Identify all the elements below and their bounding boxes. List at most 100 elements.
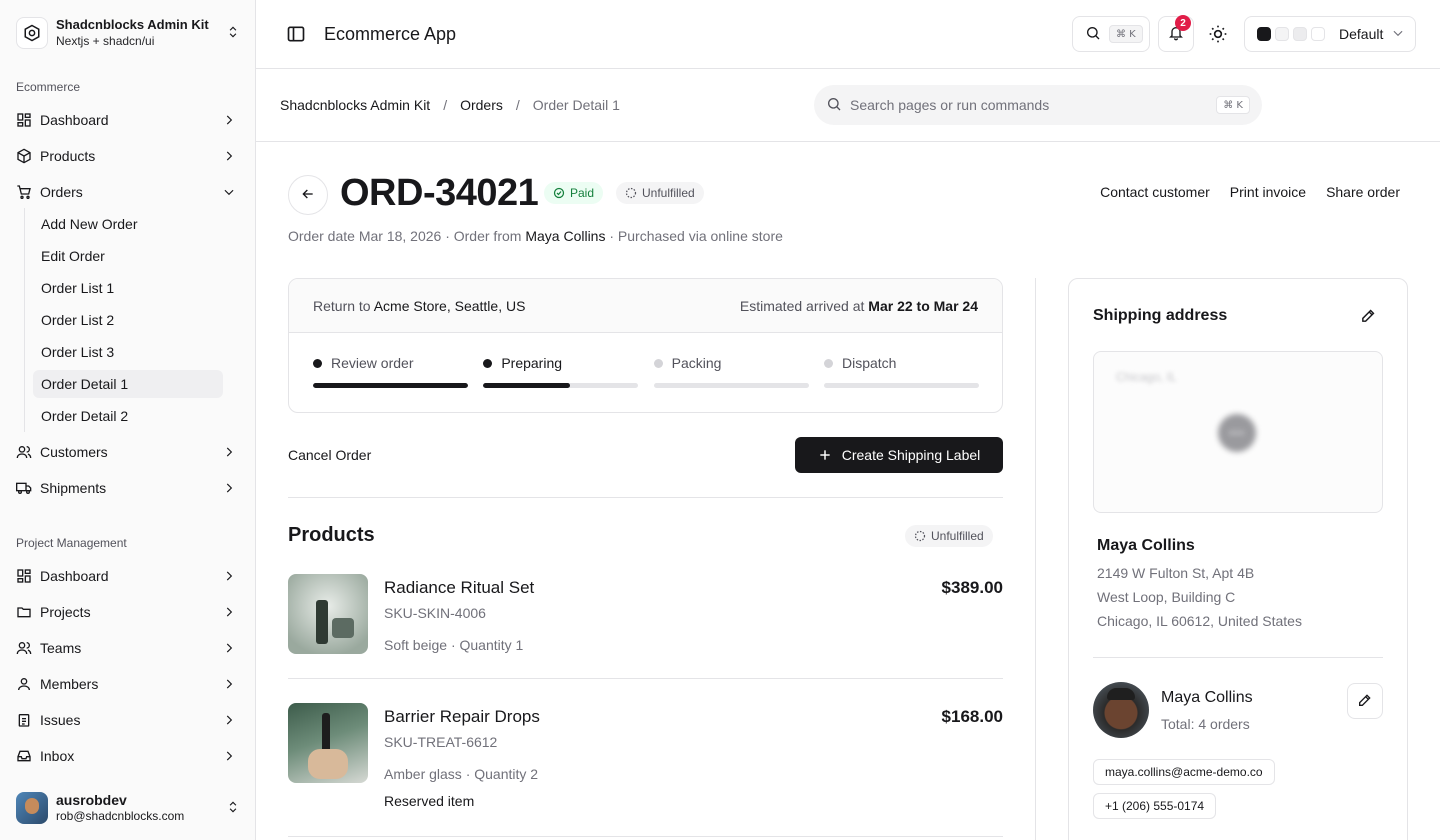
sidebar-item-label: Members [40, 676, 99, 692]
customer-phone-chip[interactable]: +1 (206) 555-0174 [1093, 793, 1217, 819]
check-circle-icon [553, 187, 565, 199]
sidebar-subitem-order-list-1[interactable]: Order List 1 [33, 274, 223, 302]
step-progress-bar [823, 383, 979, 388]
dashboard-icon [16, 112, 32, 128]
sidebar-item-pm-dashboard[interactable]: Dashboard [8, 560, 248, 592]
dashed-circle-icon [625, 187, 637, 199]
sidebar-item-dashboard[interactable]: Dashboard [8, 104, 248, 136]
share-order-button[interactable]: Share order [1326, 184, 1400, 200]
sidebar-item-products[interactable]: Products [8, 140, 248, 172]
avatar [16, 792, 48, 824]
sidebar-item-teams[interactable]: Teams [8, 632, 248, 664]
sidebar-item-shipments[interactable]: Shipments [8, 472, 248, 504]
chevron-right-icon [222, 677, 236, 691]
products-status-badge: Unfulfilled [905, 525, 993, 547]
product-row[interactable]: Radiance Ritual Set SKU-SKIN-4006 Soft b… [288, 574, 1003, 666]
brand-subtitle: Nextjs + shadcn/ui [56, 34, 155, 48]
dashboard-icon [16, 568, 32, 584]
return-location: Acme Store, Seattle, US [373, 297, 526, 314]
user-menu[interactable]: ausrobdev rob@shadcnblocks.com [16, 791, 240, 825]
sidebar-item-customers[interactable]: Customers [8, 436, 248, 468]
chevron-right-icon [222, 113, 236, 127]
divider [1093, 657, 1383, 658]
shipping-map[interactable]: Chicago, IL ••• [1093, 351, 1383, 513]
search-button[interactable]: ⌘ K [1072, 16, 1150, 52]
chevron-right-icon [222, 749, 236, 763]
sidebar-item-issues[interactable]: Issues [8, 704, 248, 736]
button-label: Create Shipping Label [841, 447, 981, 463]
product-name: Radiance Ritual Set [384, 578, 535, 597]
sidebar-item-label: Dashboard [40, 568, 109, 584]
product-row[interactable]: Barrier Repair Drops SKU-TREAT-6612 Ambe… [288, 703, 1003, 823]
breadcrumb-root[interactable]: Shadcnblocks Admin Kit [280, 97, 430, 113]
sidebar-subitem-add-new-order[interactable]: Add New Order [33, 210, 223, 238]
divider [288, 836, 1003, 837]
contact-customer-button[interactable]: Contact customer [1100, 184, 1210, 200]
step-dispatch: Dispatch [823, 355, 979, 388]
sidebar-subitem-order-detail-2[interactable]: Order Detail 2 [33, 402, 223, 430]
sidebar-item-inbox[interactable]: Inbox [8, 740, 248, 772]
recipient-name: Maya Collins [1097, 537, 1195, 554]
sidebar-item-label: Inbox [40, 748, 75, 764]
product-price: $168.00 [941, 707, 1003, 726]
command-search[interactable]: ⌘ K [814, 85, 1262, 125]
sidebar-item-label: Customers [40, 444, 108, 460]
truck-icon [16, 480, 32, 496]
status-badge-unfulfilled: Unfulfilled [616, 182, 704, 204]
step-packing: Packing [653, 355, 809, 388]
product-image [288, 574, 368, 654]
page-title: ORD-34021 [340, 172, 539, 214]
chevrons-up-down-icon [226, 800, 240, 817]
swatch-dark [1257, 27, 1271, 41]
create-shipping-label-button[interactable]: Create Shipping Label [795, 437, 1003, 473]
sidebar-subitem-edit-order[interactable]: Edit Order [33, 242, 223, 270]
chevron-right-icon [222, 481, 236, 495]
command-search-input[interactable] [850, 97, 1210, 113]
search-icon [1085, 25, 1101, 44]
sun-icon[interactable] [1208, 24, 1228, 44]
sidebar-toggle-icon[interactable] [286, 24, 306, 44]
notifications-button[interactable]: 2 [1158, 15, 1194, 52]
sidebar-subitem-order-list-2[interactable]: Order List 2 [33, 306, 223, 334]
divider [288, 497, 1003, 498]
sidebar-item-label: Dashboard [40, 112, 109, 128]
sidebar-item-members[interactable]: Members [8, 668, 248, 700]
breadcrumb: Shadcnblocks Admin Kit / Orders / Order … [280, 97, 620, 113]
back-button[interactable] [288, 175, 328, 215]
sidebar-item-label: Products [40, 148, 96, 164]
sidebar-item-label: Shipments [40, 480, 107, 496]
customer-email-chip[interactable]: maya.collins@acme-demo.co [1093, 759, 1275, 785]
pencil-icon[interactable] [1360, 307, 1377, 327]
step-dot [653, 358, 663, 368]
print-invoice-button[interactable]: Print invoice [1230, 184, 1306, 200]
product-name: Barrier Repair Drops [384, 707, 540, 726]
submenu-line [24, 208, 25, 432]
cancel-order-button[interactable]: Cancel Order [288, 447, 371, 463]
step-preparing: Preparing [483, 355, 639, 388]
step-label: Review order [331, 355, 414, 371]
status-badge-label: Paid [570, 186, 595, 200]
plus-icon [818, 448, 832, 462]
brand-switcher[interactable]: Shadcnblocks Admin Kit Nextjs + shadcn/u… [16, 16, 240, 50]
chevron-right-icon [222, 445, 236, 459]
theme-select[interactable]: Default [1244, 16, 1416, 52]
sidebar-subitem-order-list-3[interactable]: Order List 3 [33, 338, 223, 366]
breadcrumb-orders[interactable]: Orders [460, 97, 503, 113]
step-label: Preparing [501, 355, 563, 371]
sidebar-item-projects[interactable]: Projects [8, 596, 248, 628]
step-label: Packing [671, 355, 722, 371]
user-email: rob@shadcnblocks.com [56, 809, 185, 823]
product-variant: Amber glass · Quantity 2 [384, 766, 539, 782]
sidebar-subitem-order-detail-1[interactable]: Order Detail 1 [33, 370, 223, 398]
inbox-icon [16, 748, 32, 764]
order-customer-link[interactable]: Maya Collins [525, 228, 605, 244]
edit-customer-button[interactable] [1347, 683, 1383, 719]
step-progress-bar [313, 383, 468, 388]
sidebar-item-orders[interactable]: Orders [8, 176, 248, 208]
step-progress-bar [483, 383, 639, 388]
product-image [288, 703, 368, 783]
return-address: Return to Acme Store, Seattle, US [313, 298, 525, 314]
tracking-card: Return to Acme Store, Seattle, US Estima… [288, 278, 1003, 413]
shipping-heading: Shipping address [1093, 307, 1228, 324]
clipboard-icon [16, 712, 32, 728]
